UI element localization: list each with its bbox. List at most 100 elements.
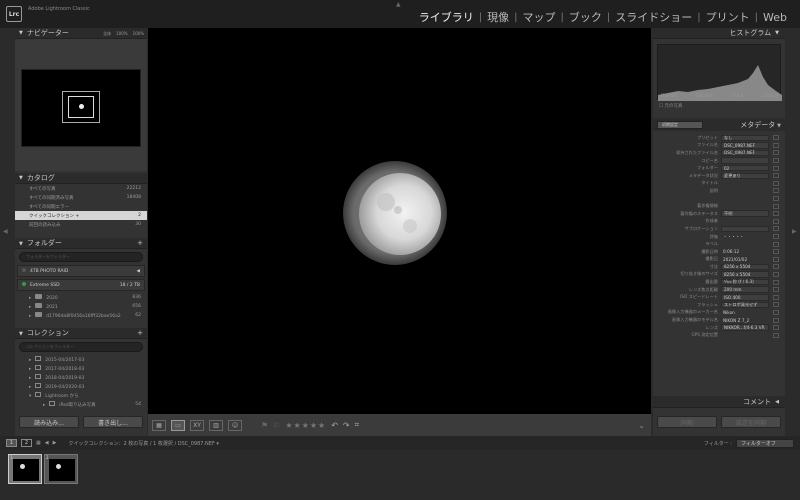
module-tab[interactable]: ライブラリ bbox=[414, 9, 479, 25]
collections-search-input[interactable]: コレクションをフィルター bbox=[19, 342, 143, 352]
metadata-action-icon[interactable] bbox=[773, 264, 779, 270]
module-tab[interactable]: スライドショー bbox=[610, 9, 697, 25]
zoom-fill[interactable]: 100% bbox=[116, 31, 127, 37]
metadata-value[interactable]: なし bbox=[721, 134, 769, 142]
metadata-action-icon[interactable] bbox=[773, 271, 779, 277]
filmstrip-thumb[interactable]: 1 bbox=[8, 454, 42, 484]
metadata-value[interactable]: NIKON Z 7_2 bbox=[721, 317, 769, 324]
metadata-value[interactable]: 8256 x 5504 bbox=[721, 263, 769, 271]
top-panel-toggle-icon[interactable]: ▲ bbox=[396, 1, 401, 8]
reject-flag-icon[interactable]: ⚐ bbox=[273, 421, 280, 430]
metadata-action-icon[interactable] bbox=[773, 218, 779, 224]
histogram-graph[interactable] bbox=[657, 44, 782, 101]
metadata-action-icon[interactable] bbox=[773, 226, 779, 232]
metadata-action-icon[interactable] bbox=[773, 287, 779, 293]
flag-icon[interactable]: ⚑ bbox=[261, 421, 268, 430]
collection-item[interactable]: ▸ iPad取り込み写真 54 bbox=[15, 400, 147, 409]
left-panel-toggle-icon[interactable]: ◀ bbox=[3, 228, 8, 235]
export-button[interactable]: 書き出し... bbox=[83, 416, 143, 428]
metadata-action-icon[interactable] bbox=[773, 142, 779, 148]
survey-view-icon[interactable]: ▥ bbox=[209, 419, 223, 431]
catalog-item[interactable]: すべての同期エラー bbox=[15, 202, 147, 211]
metadata-action-icon[interactable] bbox=[773, 256, 779, 262]
sync-settings-button[interactable]: 設定を同期 bbox=[721, 416, 781, 428]
expand-triangle-icon[interactable]: ▸ bbox=[29, 314, 31, 319]
metadata-value[interactable]: 200 mm bbox=[721, 286, 769, 293]
metadata-action-icon[interactable] bbox=[773, 188, 779, 194]
metadata-value[interactable] bbox=[721, 195, 769, 202]
metadata-action-icon[interactable] bbox=[773, 173, 779, 179]
metadata-action-icon[interactable] bbox=[773, 158, 779, 164]
metadata-value[interactable] bbox=[721, 203, 769, 210]
catalog-item[interactable]: クイックコレクション + 2 bbox=[15, 211, 147, 220]
metadata-value[interactable] bbox=[721, 225, 769, 233]
expand-triangle-icon[interactable]: ▸ bbox=[43, 403, 45, 408]
collection-item[interactable]: ▸ 2018-04/2019-03 bbox=[15, 373, 147, 382]
metadata-value[interactable]: ISO 400 bbox=[721, 294, 769, 301]
metadata-action-icon[interactable] bbox=[773, 135, 779, 141]
folder-item[interactable]: ▸ d1796da8f0d56a16fff32bae56a2 62 bbox=[15, 311, 147, 320]
grid-view-icon[interactable]: ▦ bbox=[152, 419, 166, 431]
module-tab[interactable]: マップ bbox=[518, 9, 561, 25]
add-folder-icon[interactable]: + bbox=[137, 239, 143, 247]
metadata-action-icon[interactable] bbox=[773, 309, 779, 315]
metadata-action-icon[interactable] bbox=[773, 196, 779, 202]
metadata-value[interactable]: ・・・・・ bbox=[721, 233, 769, 240]
module-tab[interactable]: プリント bbox=[701, 9, 755, 25]
rotate-left-icon[interactable]: ↶ bbox=[331, 421, 338, 430]
metadata-action-icon[interactable] bbox=[773, 150, 779, 156]
metadata-value[interactable]: Nikon bbox=[721, 309, 769, 316]
catalog-item[interactable]: 前回の読み込み 30 bbox=[15, 220, 147, 229]
zoom-100[interactable]: 100% bbox=[133, 31, 144, 37]
catalog-item[interactable]: すべての写真 22212 bbox=[15, 184, 147, 193]
histogram-header[interactable]: ヒストグラム ▼ bbox=[653, 28, 785, 39]
expand-triangle-icon[interactable]: ▸ bbox=[29, 305, 31, 310]
original-photo-toggle[interactable]: ☐ 元の写真 bbox=[659, 103, 682, 109]
metadata-action-icon[interactable] bbox=[773, 234, 779, 240]
back-arrow-icon[interactable]: ◀ bbox=[45, 440, 49, 446]
folder-item[interactable]: ▸ 2021 656 bbox=[15, 302, 147, 311]
collections-header[interactable]: ▼ コレクション + bbox=[15, 328, 147, 339]
module-tab[interactable]: ブック bbox=[564, 9, 607, 25]
filter-select[interactable]: フィルターオフ bbox=[736, 438, 794, 448]
forward-arrow-icon[interactable]: ▶ bbox=[53, 440, 57, 446]
metadata-header[interactable]: 初期設定 メタデータ ▼ bbox=[653, 118, 785, 131]
metadata-value[interactable]: 8256 x 5504 bbox=[721, 271, 769, 278]
add-collection-icon[interactable]: + bbox=[137, 329, 143, 337]
metadata-action-icon[interactable] bbox=[773, 249, 779, 255]
metadata-value[interactable]: DSC_0987.NEF bbox=[721, 142, 769, 149]
module-tab[interactable]: 現像 bbox=[482, 9, 514, 25]
metadata-value[interactable] bbox=[721, 188, 769, 195]
metadata-action-icon[interactable] bbox=[773, 211, 779, 217]
module-tab[interactable]: Web bbox=[758, 11, 792, 24]
collection-item[interactable]: ▸ 2019-04/2020-03 bbox=[15, 382, 147, 391]
metadata-action-icon[interactable] bbox=[773, 317, 779, 323]
volume-extreme-ssd[interactable]: Extreme SSD 18 / 2 TB bbox=[17, 279, 145, 291]
metadata-value[interactable] bbox=[721, 218, 769, 225]
metadata-preset-select[interactable]: 初期設定 bbox=[657, 120, 703, 129]
filmstrip-source[interactable]: クイックコレクション：2 枚の写真 / 1 枚選択 / DSC_0987.NEF… bbox=[68, 440, 218, 447]
folder-item[interactable]: ▸ 2020 836 bbox=[15, 293, 147, 302]
catalog-header[interactable]: ▼ カタログ bbox=[15, 173, 147, 184]
loupe-view-icon[interactable]: ▭ bbox=[171, 419, 185, 431]
right-panel-toggle-icon[interactable]: ▶ bbox=[792, 228, 797, 235]
compare-view-icon[interactable]: XY bbox=[190, 419, 204, 431]
metadata-action-icon[interactable] bbox=[773, 203, 779, 209]
catalog-item[interactable]: すべての同期済み写真 18408 bbox=[15, 193, 147, 202]
metadata-action-icon[interactable] bbox=[773, 325, 779, 331]
metadata-value[interactable]: ストロボ発光せず bbox=[721, 301, 769, 309]
metadata-value[interactable]: 2021/01/02 bbox=[721, 256, 769, 263]
people-view-icon[interactable]: ☺ bbox=[228, 419, 242, 431]
toolbar-menu-icon[interactable]: ⌄ bbox=[638, 421, 645, 430]
rotate-right-icon[interactable]: ↷ bbox=[343, 421, 350, 430]
expand-triangle-icon[interactable]: ▾ bbox=[29, 394, 31, 399]
filmstrip-thumb[interactable]: 2 bbox=[44, 454, 78, 484]
metadata-value[interactable] bbox=[721, 241, 769, 248]
metadata-action-icon[interactable] bbox=[773, 165, 779, 171]
sync-button[interactable]: 同期 bbox=[657, 416, 717, 428]
expand-triangle-icon[interactable]: ▸ bbox=[29, 358, 31, 363]
expand-triangle-icon[interactable]: ▸ bbox=[29, 296, 31, 301]
grid-icon[interactable]: ▦ bbox=[36, 440, 41, 446]
metadata-action-icon[interactable] bbox=[773, 279, 779, 285]
collection-item[interactable]: ▾ Lightroom から bbox=[15, 391, 147, 400]
